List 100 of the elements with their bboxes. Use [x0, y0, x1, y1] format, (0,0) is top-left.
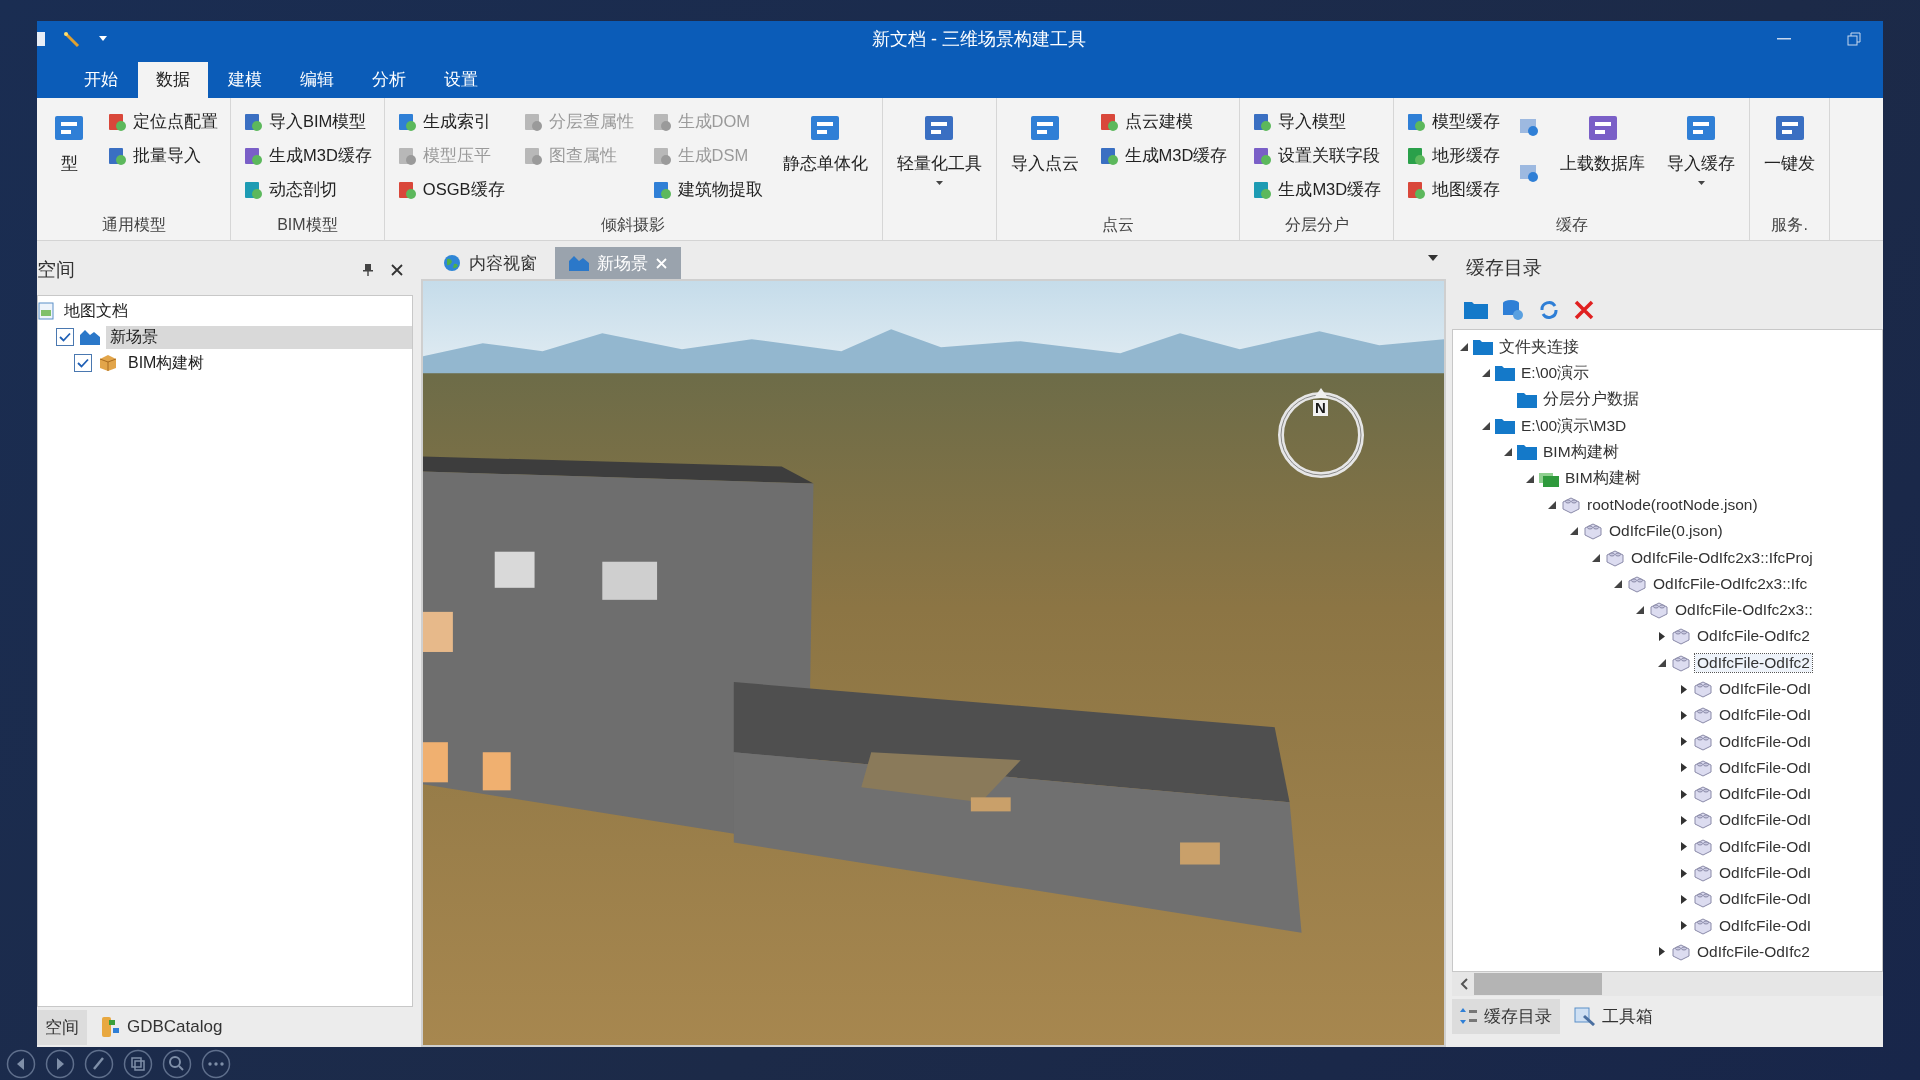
ribbon-tab[interactable]: 设置: [426, 62, 496, 98]
ribbon-tab[interactable]: 分析: [354, 62, 424, 98]
ribbon-button[interactable]: 导入BIM模型: [239, 106, 376, 138]
collapse-arrow-icon[interactable]: [1482, 422, 1490, 431]
ribbon-button[interactable]: 生成索引: [392, 106, 509, 138]
ribbon-tab[interactable]: 建模: [210, 62, 280, 98]
close-icon[interactable]: [391, 264, 403, 276]
caret-icon[interactable]: [99, 36, 107, 42]
expand-arrow-icon[interactable]: [1681, 842, 1687, 852]
tree-item[interactable]: 地图文档: [60, 299, 132, 323]
zoom-icon[interactable]: [162, 1049, 192, 1079]
pen-icon[interactable]: [84, 1049, 114, 1079]
tree-item[interactable]: OdIfcFile-OdI: [1717, 864, 1814, 883]
ribbon-button[interactable]: 地形缓存: [1402, 140, 1505, 172]
collapse-arrow-icon[interactable]: [1658, 658, 1666, 667]
checkbox[interactable]: [56, 328, 74, 346]
panel-tab[interactable]: GDBCatalog: [93, 1010, 231, 1044]
collapse-arrow-icon[interactable]: [1482, 369, 1490, 378]
ribbon-button[interactable]: 上载数据库: [1554, 106, 1652, 214]
ribbon-button[interactable]: 定位点配置: [103, 106, 222, 138]
ribbon-button[interactable]: 生成M3D缓存: [1248, 174, 1386, 206]
tree-item[interactable]: OdIfcFile-OdI: [1717, 811, 1814, 830]
collapse-arrow-icon[interactable]: [1614, 579, 1622, 588]
expand-arrow-icon[interactable]: [1681, 868, 1687, 878]
next-icon[interactable]: [45, 1049, 75, 1079]
tree-item[interactable]: OdIfcFile-OdI: [1717, 758, 1814, 777]
collapse-arrow-icon[interactable]: [1570, 527, 1578, 536]
tree-item[interactable]: OdIfcFile-OdI: [1717, 916, 1814, 935]
expand-arrow-icon[interactable]: [1681, 921, 1687, 931]
ribbon-button[interactable]: 地图缓存: [1402, 174, 1505, 206]
collapse-arrow-icon[interactable]: [1460, 343, 1468, 352]
tree-item[interactable]: 新场景: [106, 325, 412, 349]
copy-icon[interactable]: [123, 1049, 153, 1079]
tree-item[interactable]: E:\00演示\M3D: [1519, 415, 1629, 437]
tree-item[interactable]: OdIfcFile-OdIfc2: [1695, 627, 1812, 646]
ribbon-button[interactable]: 导入缓存: [1661, 106, 1742, 214]
tree-item[interactable]: OdIfcFile-OdI: [1717, 890, 1814, 909]
tree-item[interactable]: OdIfcFile(0.json): [1607, 522, 1725, 541]
expand-arrow-icon[interactable]: [1681, 789, 1687, 799]
ribbon-button[interactable]: OSGB缓存: [392, 174, 509, 206]
document-tab[interactable]: 内容视窗: [429, 247, 551, 279]
tree-item[interactable]: 分层分户数据: [1541, 389, 1641, 411]
restore-icon[interactable]: [1847, 32, 1861, 46]
expand-arrow-icon[interactable]: [1681, 763, 1687, 773]
ribbon-tab[interactable]: 数据: [138, 62, 208, 98]
checkbox[interactable]: [74, 354, 92, 372]
folder-icon[interactable]: [1464, 300, 1488, 320]
tree-item[interactable]: OdIfcFile-OdI: [1717, 837, 1814, 856]
ribbon-button[interactable]: 生成M3D缓存: [239, 140, 376, 172]
tree-item[interactable]: 文件夹连接: [1497, 336, 1581, 358]
ribbon-button[interactable]: 静态单体化: [776, 106, 874, 214]
more-icon[interactable]: [201, 1049, 231, 1079]
tree-item[interactable]: OdIfcFile-OdI: [1717, 732, 1814, 751]
panel-tab[interactable]: 工具箱: [1566, 998, 1661, 1034]
ribbon-button[interactable]: 导入模型: [1248, 106, 1386, 138]
expand-arrow-icon[interactable]: [1681, 816, 1687, 825]
dropdown-arrow-icon[interactable]: [1428, 255, 1438, 261]
scroll-left-icon[interactable]: [1460, 978, 1468, 990]
ribbon-button[interactable]: 导入点云: [1004, 106, 1085, 214]
tree-item[interactable]: BIM构建树: [1541, 441, 1621, 463]
tree-item[interactable]: OdIfcFile-OdIfc2: [1695, 942, 1812, 961]
tree-item[interactable]: OdIfcFile-OdIfc2x3::IfcProj: [1629, 548, 1815, 567]
tree-item[interactable]: rootNode(rootNode.json): [1585, 495, 1760, 514]
ribbon-button[interactable]: 生成M3D缓存: [1094, 140, 1232, 172]
collapse-arrow-icon[interactable]: [1526, 474, 1534, 483]
ribbon-tab[interactable]: 编辑: [282, 62, 352, 98]
ribbon-button[interactable]: 模型缓存: [1402, 106, 1505, 138]
expand-arrow-icon[interactable]: [1681, 894, 1687, 904]
ribbon-button[interactable]: 批量导入: [103, 140, 222, 172]
expand-arrow-icon[interactable]: [1659, 947, 1665, 957]
tree-item[interactable]: OdIfcFile-OdI: [1717, 785, 1814, 804]
ribbon-button[interactable]: 动态剖切: [239, 174, 376, 206]
tree-item[interactable]: OdIfcFile-OdI: [1717, 680, 1814, 698]
collapse-arrow-icon[interactable]: [1636, 606, 1644, 615]
tree-item[interactable]: E:\00演示: [1519, 362, 1592, 384]
ribbon-button[interactable]: 型: [45, 106, 93, 214]
previous-icon[interactable]: [6, 1049, 36, 1079]
ribbon-button[interactable]: 轻量化工具: [890, 106, 988, 214]
pin-icon[interactable]: [363, 264, 373, 276]
collapse-arrow-icon[interactable]: [1548, 500, 1556, 509]
tree-item[interactable]: BIM构建树: [124, 351, 209, 375]
horizontal-scrollbar[interactable]: [1452, 972, 1883, 996]
ribbon-button[interactable]: 一键发: [1758, 106, 1822, 214]
expand-arrow-icon[interactable]: [1681, 737, 1687, 747]
expand-arrow-icon[interactable]: [1681, 710, 1687, 720]
expand-arrow-icon[interactable]: [1659, 631, 1665, 641]
panel-tab[interactable]: 缓存目录: [1452, 998, 1560, 1034]
tree-item[interactable]: OdIfcFile-OdI: [1717, 706, 1814, 725]
tree-item[interactable]: OdIfcFile-OdIfc2x3::: [1673, 601, 1815, 620]
tree-item[interactable]: OdIfcFile-OdIfc2: [1695, 653, 1812, 672]
delete-icon[interactable]: [1574, 300, 1594, 320]
refresh-icon[interactable]: [1538, 300, 1560, 320]
tree-item[interactable]: OdIfcFile-OdIfc2x3::Ifc: [1651, 574, 1810, 593]
ribbon-button[interactable]: 设置关联字段: [1248, 140, 1386, 172]
ribbon-button[interactable]: 建筑物提取: [647, 174, 767, 206]
collapse-arrow-icon[interactable]: [1504, 448, 1512, 457]
scroll-thumb[interactable]: [1474, 973, 1602, 995]
database-icon[interactable]: [1502, 299, 1524, 321]
ribbon-button[interactable]: 点云建模: [1094, 106, 1232, 138]
collapse-arrow-icon[interactable]: [1592, 553, 1600, 562]
